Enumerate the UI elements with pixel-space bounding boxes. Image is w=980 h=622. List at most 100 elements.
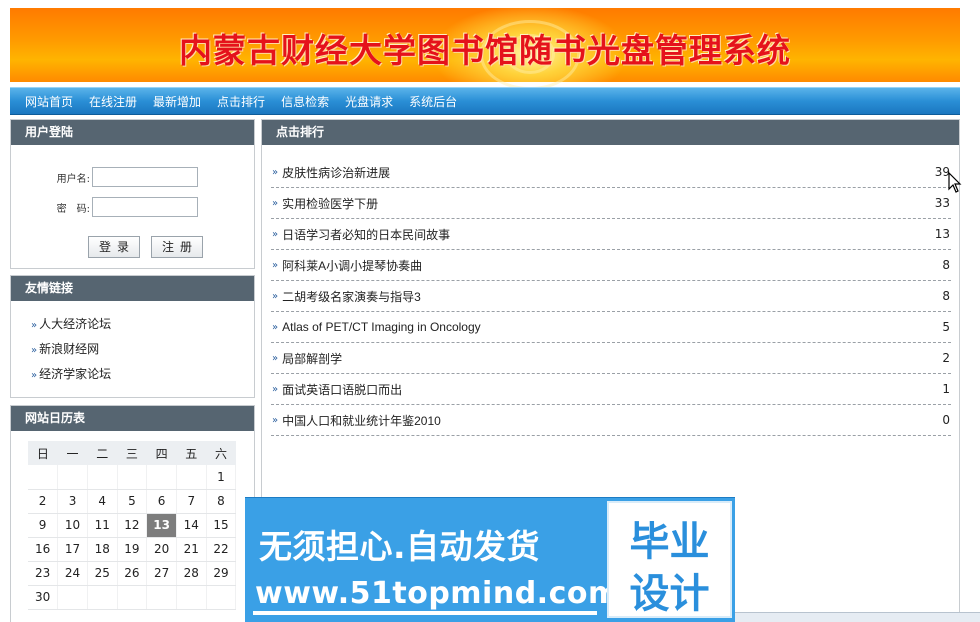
ranking-item[interactable]: » 局部解剖学 2 bbox=[271, 343, 951, 374]
calendar-day[interactable]: 2 bbox=[28, 489, 59, 514]
calendar-day[interactable]: 9 bbox=[28, 513, 59, 538]
friend-link-label: 人大经济论坛 bbox=[39, 317, 112, 331]
friend-link[interactable]: » 人大经济论坛 bbox=[31, 315, 254, 340]
calendar-day[interactable]: 14 bbox=[176, 513, 207, 538]
ranking-item-click-count: 8 bbox=[942, 289, 950, 303]
friend-link-label: 新浪财经网 bbox=[39, 342, 100, 356]
double-chevron-right-icon: » bbox=[272, 259, 279, 271]
ranking-item-click-count: 0 bbox=[942, 413, 950, 427]
ranking-item[interactable]: » Atlas of PET/CT Imaging in Oncology 5 bbox=[271, 312, 951, 343]
calendar-day[interactable]: 6 bbox=[146, 489, 177, 514]
calendar-day[interactable]: 1 bbox=[206, 465, 237, 490]
ranking-item-click-count: 5 bbox=[942, 320, 950, 334]
calendar-day[interactable]: 10 bbox=[57, 513, 88, 538]
calendar-day[interactable]: 23 bbox=[28, 561, 59, 586]
calendar-day[interactable]: 12 bbox=[117, 513, 148, 538]
taskbar-fragment bbox=[735, 612, 980, 622]
double-chevron-right-icon: » bbox=[272, 228, 279, 240]
ranking-item[interactable]: » 阿科莱A小调小提琴协奏曲 8 bbox=[271, 250, 951, 281]
weekday-label: 四 bbox=[146, 441, 177, 465]
username-input[interactable] bbox=[92, 167, 198, 187]
double-chevron-right-icon: » bbox=[272, 414, 279, 426]
calendar-day[interactable]: 24 bbox=[57, 561, 88, 586]
double-chevron-right-icon: » bbox=[31, 370, 38, 381]
calendar-day[interactable]: 3 bbox=[57, 489, 88, 514]
double-chevron-right-icon: » bbox=[272, 197, 279, 209]
ranking-item[interactable]: » 中国人口和就业统计年鉴2010 0 bbox=[271, 405, 951, 436]
calendar-empty-cell bbox=[176, 585, 207, 610]
ranking-item[interactable]: » 皮肤性病诊治新进展 39 bbox=[271, 157, 951, 188]
ranking-item-title-wrap: » 局部解剖学 bbox=[272, 350, 342, 367]
ranking-item[interactable]: » 日语学习者必知的日本民间故事 13 bbox=[271, 219, 951, 250]
password-label: 密 码: bbox=[56, 203, 90, 215]
calendar-week-row: 30 bbox=[28, 585, 237, 610]
calendar-day[interactable]: 7 bbox=[176, 489, 207, 514]
calendar-day[interactable]: 29 bbox=[206, 561, 237, 586]
nav-item-ranking[interactable]: 点击排行 bbox=[217, 93, 265, 110]
calendar-day[interactable]: 30 bbox=[28, 585, 59, 610]
ranking-item-title[interactable]: 日语学习者必知的日本民间故事 bbox=[282, 226, 450, 243]
password-row: 密 码: bbox=[48, 197, 198, 217]
register-button[interactable]: 注册 bbox=[151, 236, 203, 258]
calendar-day[interactable]: 19 bbox=[117, 537, 148, 562]
weekday-label: 三 bbox=[117, 441, 147, 465]
ranking-item-title[interactable]: 实用检验医学下册 bbox=[282, 195, 378, 212]
login-panel-title: 用户登陆 bbox=[11, 120, 254, 145]
ranking-item-title-wrap: » 面试英语口语脱口而出 bbox=[272, 381, 402, 398]
calendar-day[interactable]: 21 bbox=[176, 537, 207, 562]
calendar-day[interactable]: 8 bbox=[206, 489, 237, 514]
calendar-day[interactable]: 15 bbox=[206, 513, 237, 538]
nav-item-cd-request[interactable]: 光盘请求 bbox=[345, 93, 393, 110]
ranking-item-title[interactable]: 局部解剖学 bbox=[282, 350, 342, 367]
ranking-item-title[interactable]: 皮肤性病诊治新进展 bbox=[282, 164, 390, 181]
password-input[interactable] bbox=[92, 197, 198, 217]
calendar-day[interactable]: 18 bbox=[87, 537, 118, 562]
nav-item-latest[interactable]: 最新增加 bbox=[153, 93, 201, 110]
ranking-item-click-count: 33 bbox=[934, 196, 950, 210]
ranking-item[interactable]: » 二胡考级名家演奏与指导3 8 bbox=[271, 281, 951, 312]
calendar-day[interactable]: 5 bbox=[117, 489, 148, 514]
calendar-day[interactable]: 20 bbox=[146, 537, 177, 562]
calendar-day[interactable]: 16 bbox=[28, 537, 59, 562]
calendar-day[interactable]: 22 bbox=[206, 537, 237, 562]
ranking-item-title[interactable]: 阿科莱A小调小提琴协奏曲 bbox=[282, 257, 422, 274]
calendar-week-row: 23 24 25 26 27 28 29 bbox=[28, 561, 237, 586]
ranking-item-title-wrap: » 皮肤性病诊治新进展 bbox=[272, 164, 390, 181]
calendar-day[interactable]: 28 bbox=[176, 561, 207, 586]
calendar-day[interactable]: 26 bbox=[117, 561, 148, 586]
double-chevron-right-icon: » bbox=[31, 320, 38, 331]
calendar-day[interactable]: 27 bbox=[146, 561, 177, 586]
ranking-item-title[interactable]: 面试英语口语脱口而出 bbox=[282, 381, 402, 398]
calendar-empty-cell bbox=[146, 465, 177, 490]
friend-link[interactable]: » 新浪财经网 bbox=[31, 340, 254, 365]
ranking-item-title[interactable]: Atlas of PET/CT Imaging in Oncology bbox=[282, 320, 481, 334]
nav-item-search[interactable]: 信息检索 bbox=[281, 93, 329, 110]
login-button[interactable]: 登录 bbox=[88, 236, 140, 258]
calendar-day[interactable]: 11 bbox=[87, 513, 118, 538]
calendar-day[interactable]: 25 bbox=[87, 561, 118, 586]
ranking-title: 点击排行 bbox=[262, 120, 959, 145]
calendar-day-today[interactable]: 13 bbox=[146, 513, 177, 538]
nav-item-admin[interactable]: 系统后台 bbox=[409, 93, 457, 110]
ranking-item-title[interactable]: 中国人口和就业统计年鉴2010 bbox=[282, 412, 441, 429]
nav-item-register[interactable]: 在线注册 bbox=[89, 93, 137, 110]
username-row: 用户名: bbox=[48, 167, 198, 187]
weekday-label: 六 bbox=[206, 441, 236, 465]
calendar-day[interactable]: 4 bbox=[87, 489, 118, 514]
ranking-item-click-count: 13 bbox=[934, 227, 950, 241]
ranking-item[interactable]: » 面试英语口语脱口而出 1 bbox=[271, 374, 951, 405]
ranking-list: » 皮肤性病诊治新进展 39» 实用检验医学下册 33» 日语学习者必知的日本民间故事 13… bbox=[271, 157, 951, 436]
friend-links-panel: 友情链接 » 人大经济论坛 » 新浪财经网 » 经济学家论坛 bbox=[10, 275, 255, 398]
friend-link[interactable]: » 经济学家论坛 bbox=[31, 365, 254, 390]
calendar-day[interactable]: 17 bbox=[57, 537, 88, 562]
ranking-item[interactable]: » 实用检验医学下册 33 bbox=[271, 188, 951, 219]
ranking-item-title[interactable]: 二胡考级名家演奏与指导3 bbox=[282, 288, 421, 305]
mouse-pointer-icon bbox=[948, 172, 962, 193]
calendar-week-row: 2345678 bbox=[28, 489, 237, 514]
nav-item-home[interactable]: 网站首页 bbox=[25, 93, 73, 110]
calendar-empty-cell bbox=[87, 465, 118, 490]
username-label: 用户名: bbox=[56, 173, 90, 185]
ranking-item-title-wrap: » Atlas of PET/CT Imaging in Oncology bbox=[272, 320, 481, 334]
double-chevron-right-icon: » bbox=[31, 345, 38, 356]
main-nav: 网站首页 在线注册 最新增加 点击排行 信息检索 光盘请求 系统后台 bbox=[10, 87, 960, 115]
